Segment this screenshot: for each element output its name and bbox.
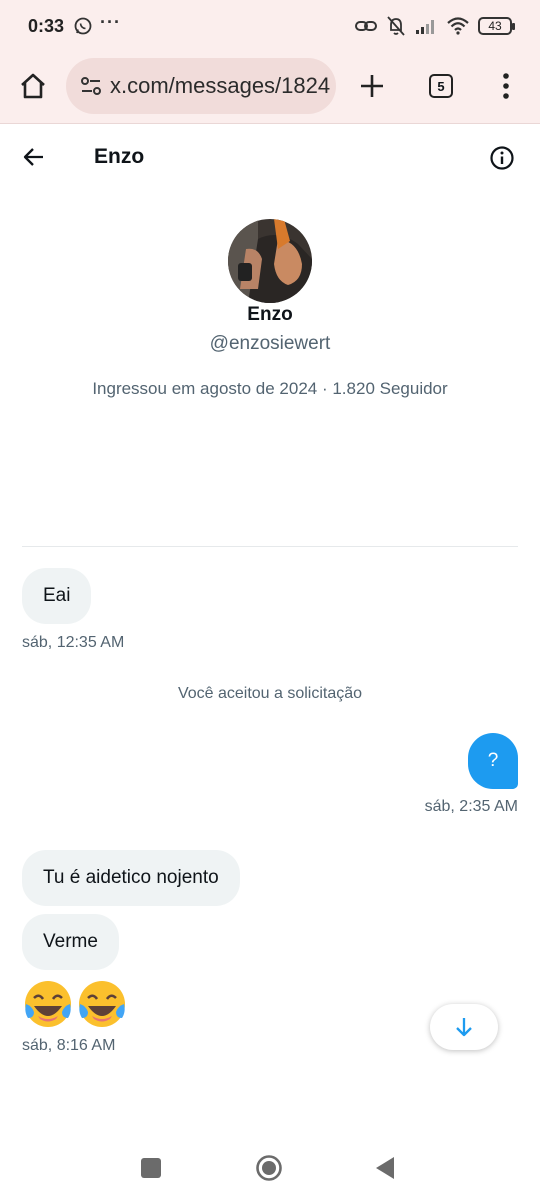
system-navigation-bar <box>0 1140 540 1200</box>
site-settings-icon[interactable] <box>80 75 102 97</box>
laughing-tears-emoji-icon <box>79 981 125 1027</box>
message-text: Verme <box>43 931 98 952</box>
status-icons: 43 <box>354 14 515 38</box>
laughing-tears-emoji-icon <box>25 981 71 1027</box>
divider <box>22 546 518 547</box>
profile-meta: Ingressou em agosto de 2024 · 1.820 Segu… <box>92 379 448 398</box>
tab-count: 5 <box>437 78 445 94</box>
message-text: Eai <box>43 585 71 606</box>
overflow-menu-icon[interactable] <box>496 72 516 100</box>
message-timestamp: sáb, 12:35 AM <box>22 634 125 651</box>
status-time: 0:33 <box>28 16 65 36</box>
url-text: x.com/messages/1824 <box>110 73 331 98</box>
message-bubble-received[interactable]: Tu é aidetico nojento <box>22 850 240 906</box>
message-timestamp: sáb, 8:16 AM <box>22 1037 116 1054</box>
message-bubble-sent[interactable]: ? <box>468 733 518 789</box>
battery-icon: 43 <box>478 17 515 35</box>
browser-toolbar: x.com/messages/1824 5 <box>0 54 540 124</box>
page: 0:33 ··· 43 x.com/messages/1824 5 Enzo E… <box>0 0 540 1200</box>
message-emoji[interactable] <box>22 978 128 1030</box>
system-message: Você aceitou a solicitação <box>177 685 363 702</box>
avatar-image <box>228 219 312 303</box>
home-icon[interactable] <box>18 71 48 101</box>
wifi-icon <box>447 17 469 35</box>
arrow-down-icon <box>456 1018 472 1037</box>
back-arrow-icon[interactable] <box>22 145 46 169</box>
conversation-title: Enzo <box>94 145 145 168</box>
tabs-icon[interactable]: 5 <box>429 74 453 98</box>
conversation-header: Enzo <box>0 125 540 189</box>
profile-name[interactable]: Enzo <box>0 304 540 326</box>
bell-off-icon <box>387 16 405 36</box>
message-bubble-received[interactable]: Eai <box>22 568 92 624</box>
more-notifications-icon: ··· <box>100 12 121 32</box>
message-bubble-received[interactable]: Verme <box>22 914 119 970</box>
profile-handle[interactable]: @enzosiewert <box>0 333 540 355</box>
address-bar[interactable]: x.com/messages/1824 <box>66 58 336 114</box>
signal-icon <box>416 20 434 34</box>
link-icon <box>355 21 377 31</box>
status-bar: 0:33 ··· 43 <box>0 0 540 54</box>
scroll-to-bottom-button[interactable] <box>430 1004 498 1050</box>
recents-icon[interactable] <box>141 1158 161 1178</box>
battery-level: 43 <box>488 19 502 33</box>
info-icon[interactable] <box>489 145 515 171</box>
message-text: ? <box>487 750 499 771</box>
whatsapp-icon <box>74 17 92 35</box>
avatar[interactable] <box>228 219 312 303</box>
home-nav-icon[interactable] <box>255 1154 283 1182</box>
new-tab-icon[interactable] <box>358 72 386 100</box>
back-nav-icon[interactable] <box>374 1155 396 1181</box>
message-text: Tu é aidetico nojento <box>43 867 219 888</box>
message-timestamp: sáb, 2:35 AM <box>424 798 518 815</box>
